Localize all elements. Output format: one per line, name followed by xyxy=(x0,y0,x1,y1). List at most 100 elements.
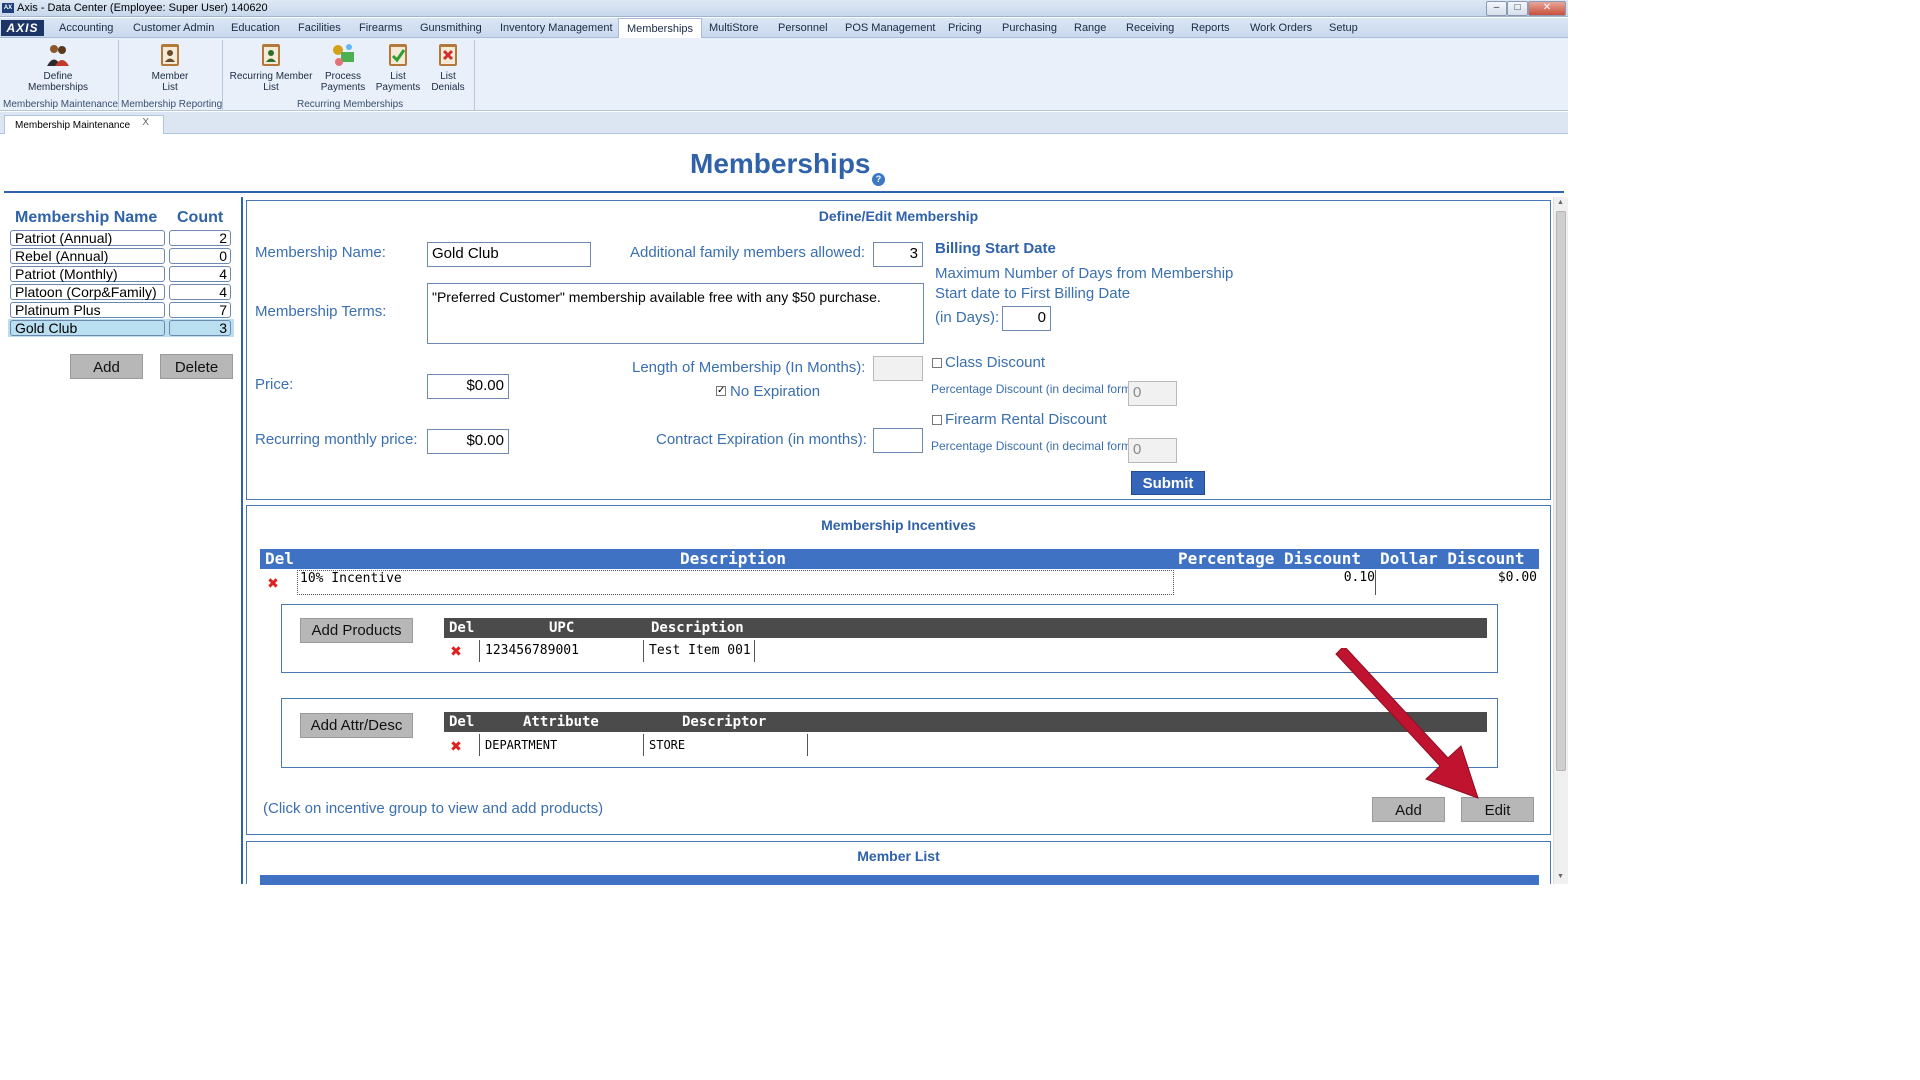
membership-row-count[interactable]: 7 xyxy=(169,302,231,318)
minimize-button[interactable]: – xyxy=(1486,1,1507,16)
menu-accounting[interactable]: Accounting xyxy=(59,18,113,38)
scroll-thumb[interactable] xyxy=(1556,211,1566,771)
incentive-pct-cell[interactable]: 0.10 xyxy=(1287,570,1375,585)
incentives-title: Membership Incentives xyxy=(821,517,976,533)
recurring-member-list-button[interactable]: Recurring Member List xyxy=(228,42,314,93)
length-of-membership-input[interactable] xyxy=(873,356,923,381)
membership-row-name[interactable]: Platinum Plus xyxy=(10,302,165,318)
app-icon: AX xyxy=(2,3,14,13)
menu-customer-admin[interactable]: Customer Admin xyxy=(133,18,214,38)
class-pct-input[interactable]: 0 xyxy=(1128,381,1177,406)
membership-row-count[interactable]: 0 xyxy=(169,248,231,264)
list-payments-button[interactable]: List Payments xyxy=(374,42,422,93)
billing-desc-line2: Start date to First Billing Date xyxy=(935,285,1131,302)
no-expiration-checkbox[interactable]: ✓ xyxy=(716,386,726,396)
product-upc-cell[interactable]: 123456789001 xyxy=(485,643,579,658)
ribbon-toolbar: Define Memberships Member List Recurring… xyxy=(0,38,1568,111)
scroll-down-icon[interactable]: ▼ xyxy=(1557,873,1564,880)
incentive-dollar-cell[interactable]: $0.00 xyxy=(1447,570,1537,585)
firearm-pct-input[interactable]: 0 xyxy=(1128,438,1177,463)
delete-incentive-icon[interactable]: ✖ xyxy=(267,576,279,590)
delete-product-icon[interactable]: ✖ xyxy=(450,644,462,658)
menu-education[interactable]: Education xyxy=(231,18,280,38)
menu-firearms[interactable]: Firearms xyxy=(359,18,402,38)
count-header: Count xyxy=(177,209,224,226)
vertical-scrollbar[interactable]: ▲ ▼ xyxy=(1553,197,1568,884)
submit-button[interactable]: Submit xyxy=(1131,471,1205,495)
membership-row-name[interactable]: Patriot (Annual) xyxy=(10,230,165,246)
class-discount-checkbox[interactable] xyxy=(932,358,942,368)
membership-row-count[interactable]: 4 xyxy=(169,284,231,300)
define-memberships-button[interactable]: Define Memberships xyxy=(22,42,94,93)
menu-facilities[interactable]: Facilities xyxy=(298,18,341,38)
recurring-member-list-label-2: List xyxy=(263,82,279,93)
menu-pos-management[interactable]: POS Management xyxy=(845,18,936,38)
annotation-arrow-icon xyxy=(1335,648,1479,799)
family-members-input[interactable]: 3 xyxy=(873,242,923,267)
membership-row-count[interactable]: 2 xyxy=(169,230,231,246)
ribbon-separator xyxy=(222,40,223,110)
cell-divider xyxy=(1375,570,1376,595)
cell-divider xyxy=(479,734,480,756)
menu-multistore[interactable]: MultiStore xyxy=(709,18,759,38)
list-denials-label-2: Denials xyxy=(431,82,465,93)
firearm-rental-checkbox[interactable] xyxy=(932,415,942,425)
add-membership-button[interactable]: Add xyxy=(70,354,143,379)
tab-close-icon[interactable]: X xyxy=(142,113,149,132)
delete-attribute-icon[interactable]: ✖ xyxy=(450,739,462,753)
menu-pricing[interactable]: Pricing xyxy=(948,18,982,38)
descriptor-cell[interactable]: STORE xyxy=(649,738,685,752)
menu-memberships[interactable]: Memberships xyxy=(618,18,703,40)
menu-setup[interactable]: Setup xyxy=(1329,18,1358,38)
menu-range[interactable]: Range xyxy=(1074,18,1106,38)
menu-gunsmithing[interactable]: Gunsmithing xyxy=(420,18,482,38)
recurring-price-input[interactable]: $0.00 xyxy=(427,429,509,454)
member-list-button[interactable]: Member List xyxy=(140,42,200,93)
attributes-subpanel: Add Attr/Desc Del Attribute Descriptor ✖… xyxy=(281,698,1498,768)
class-discount-label: Class Discount xyxy=(945,354,1046,371)
cell-divider xyxy=(807,734,808,756)
membership-row-name[interactable]: Patriot (Monthly) xyxy=(10,266,165,282)
add-attr-desc-button[interactable]: Add Attr/Desc xyxy=(300,713,413,738)
menu-work-orders[interactable]: Work Orders xyxy=(1250,18,1312,38)
maximize-button[interactable]: □ xyxy=(1507,1,1528,16)
membership-row-name[interactable]: Rebel (Annual) xyxy=(10,248,165,264)
product-description-cell[interactable]: Test Item 001 xyxy=(649,643,751,658)
add-products-button[interactable]: Add Products xyxy=(300,618,413,643)
membership-row-name[interactable]: Platoon (Corp&Family) xyxy=(10,284,165,300)
menu-personnel[interactable]: Personnel xyxy=(778,18,828,38)
incentive-hint: (Click on incentive group to view and ad… xyxy=(263,800,604,817)
menu-inventory-management[interactable]: Inventory Management xyxy=(500,18,613,38)
membership-row-name-selected[interactable]: Gold Club xyxy=(10,320,165,336)
tab-membership-maintenance[interactable]: Membership Maintenance X xyxy=(4,115,164,134)
membership-terms-textarea[interactable]: "Preferred Customer" membership availabl… xyxy=(427,283,924,344)
menu-reports[interactable]: Reports xyxy=(1191,18,1230,38)
process-payments-button[interactable]: Process Payments xyxy=(318,42,368,93)
close-window-button[interactable]: ✕ xyxy=(1528,1,1566,16)
list-denials-button[interactable]: List Denials xyxy=(426,42,470,93)
define-memberships-label-2: Memberships xyxy=(27,82,89,93)
membership-row-count-selected[interactable]: 3 xyxy=(169,320,231,336)
scroll-up-icon[interactable]: ▲ xyxy=(1557,199,1564,206)
incentive-description-cell[interactable]: 10% Incentive xyxy=(297,570,1174,595)
denials-icon xyxy=(436,42,460,68)
menu-purchasing[interactable]: Purchasing xyxy=(1002,18,1057,38)
contract-expiration-input[interactable] xyxy=(873,428,923,453)
main-menu: AXIS Accounting Customer Admin Education… xyxy=(0,18,1568,40)
delete-membership-button[interactable]: Delete xyxy=(160,354,233,379)
membership-name-input[interactable]: Gold Club xyxy=(427,242,591,267)
member-list-label-1: Member xyxy=(151,71,189,82)
membership-row-count[interactable]: 4 xyxy=(169,266,231,282)
member-list-panel: Member List xyxy=(246,841,1551,885)
group-membership-reporting: Membership Reporting xyxy=(121,99,223,110)
attribute-cell[interactable]: DEPARTMENT xyxy=(485,738,557,752)
billing-days-label: (in Days): xyxy=(935,309,1000,326)
billing-days-input[interactable]: 0 xyxy=(1002,306,1051,331)
help-icon[interactable]: ? xyxy=(872,173,885,186)
membership-name-header: Membership Name xyxy=(15,209,158,226)
price-input[interactable]: $0.00 xyxy=(427,374,509,399)
contract-expiration-label: Contract Expiration (in months): xyxy=(656,431,867,448)
menu-receiving[interactable]: Receiving xyxy=(1126,18,1174,38)
class-pct-label: Percentage Discount (in decimal form) xyxy=(931,382,1136,396)
ribbon-separator xyxy=(474,40,475,110)
